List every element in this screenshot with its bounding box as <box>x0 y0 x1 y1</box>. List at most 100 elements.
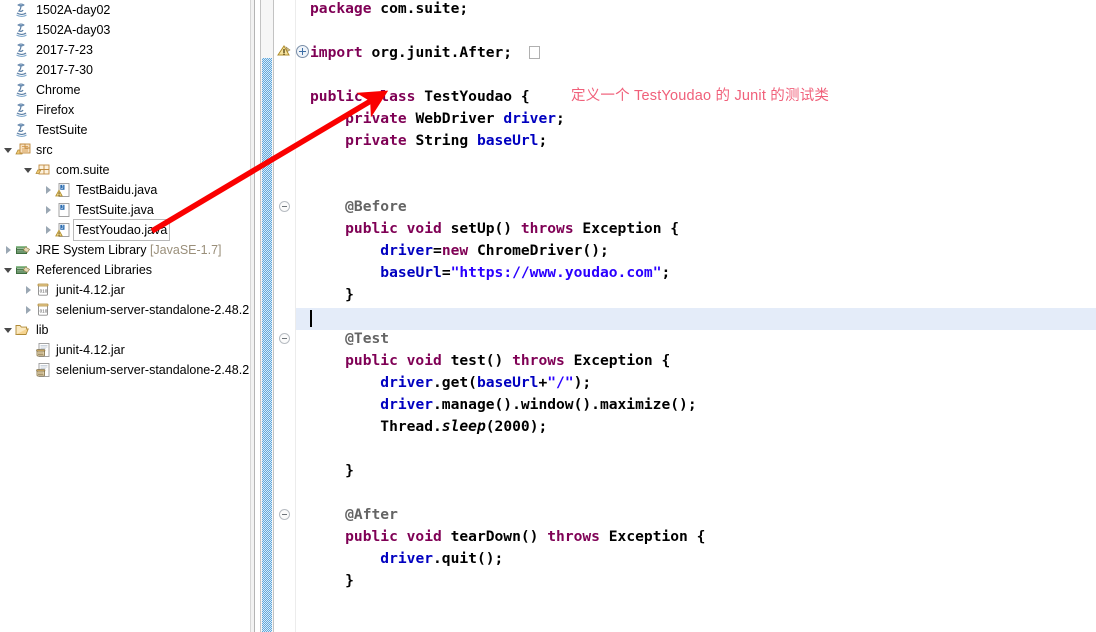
code-token: Exception { <box>608 528 706 545</box>
svg-text:010: 010 <box>40 288 48 293</box>
chevron-down-icon[interactable] <box>2 260 15 280</box>
tree-item-label-wrap: TestSuite.java <box>76 200 154 220</box>
code-token: + <box>538 374 548 391</box>
tree-item-firefox[interactable]: Firefox <box>0 100 249 120</box>
code-token: Exception { <box>582 220 680 237</box>
code-token: Thread. <box>310 418 442 435</box>
code-token: 2000 <box>494 418 530 435</box>
tree-item-testsuite-java[interactable]: J TestSuite.java <box>0 200 249 220</box>
code-token: setUp() <box>450 220 521 237</box>
tree-item-1502a-day03[interactable]: 1502A-day03 <box>0 20 249 40</box>
tree-item-label: TestYoudao.java <box>76 223 168 237</box>
chevron-right-icon[interactable] <box>42 220 55 240</box>
tree-item-label-wrap: 1502A-day02 <box>36 0 110 20</box>
tree-item-label-wrap: Firefox <box>36 100 74 120</box>
tree-item-referenced-libraries[interactable]: Referenced Libraries <box>0 260 249 280</box>
library-icon <box>15 262 33 278</box>
tree-item-label-wrap: TestBaidu.java <box>76 180 157 200</box>
chevron-down-icon[interactable] <box>2 320 15 340</box>
tree-item-label: com.suite <box>56 163 110 177</box>
package-explorer-tree[interactable]: 1502A-day02 1502A-day03 2017-7-23 2017-7-30… <box>0 0 249 632</box>
tree-item-testbaidu-java[interactable]: J TestBaidu.java <box>0 180 249 200</box>
tree-item-2017-7-30[interactable]: 2017-7-30 <box>0 60 249 80</box>
package-icon <box>35 162 53 178</box>
code-token: @Before <box>310 198 407 215</box>
tree-item-selenium-server-standalone-2-48-2-j[interactable]: selenium-server-standalone-2.48.2.j <box>0 360 249 380</box>
collapsed-imports-box[interactable] <box>529 46 540 59</box>
tree-item-2017-7-23[interactable]: 2017-7-23 <box>0 40 249 60</box>
editor-vertical-scrollbar[interactable] <box>260 0 274 632</box>
java-project-icon <box>15 82 33 98</box>
java-project-icon <box>15 62 33 78</box>
code-token: .get( <box>433 374 477 391</box>
chevron-right-icon[interactable] <box>22 300 35 320</box>
code-line: } <box>310 570 354 592</box>
tree-item-lib[interactable]: lib <box>0 320 249 340</box>
code-line: public void test() throws Exception { <box>310 350 670 372</box>
code-token: String <box>415 132 477 149</box>
jar-icon: 010 <box>35 282 53 298</box>
tree-item-testyoudao-java[interactable]: J TestYoudao.java <box>0 219 249 241</box>
code-token: } <box>310 286 354 303</box>
tree-item-label: junit-4.12.jar <box>56 343 125 357</box>
jar-file-icon <box>35 342 53 358</box>
chevron-down-icon[interactable] <box>22 160 35 180</box>
java-project-icon <box>15 42 33 58</box>
tree-item-1502a-day02[interactable]: 1502A-day02 <box>0 0 249 20</box>
tree-item-src[interactable]: src <box>0 140 249 160</box>
tree-item-label: junit-4.12.jar <box>56 283 125 297</box>
tree-item-junit-4-12-jar[interactable]: 010 junit-4.12.jar <box>0 280 249 300</box>
chevron-right-icon[interactable] <box>22 280 35 300</box>
code-token: private <box>310 110 416 127</box>
code-token: public void <box>310 352 451 369</box>
code-token: tearDown() <box>450 528 548 545</box>
code-token: throws <box>547 528 609 545</box>
tree-item-chrome[interactable]: Chrome <box>0 80 249 100</box>
source-folder-icon <box>15 142 33 158</box>
chevron-right-icon[interactable] <box>2 240 15 260</box>
chevron-down-icon[interactable] <box>2 140 15 160</box>
tree-item-label-wrap: 2017-7-30 <box>36 60 93 80</box>
code-line: driver.manage().window().maximize(); <box>310 394 696 416</box>
editor-sash-divider[interactable] <box>249 0 260 632</box>
code-token: package <box>310 0 381 17</box>
code-token: ; <box>538 132 548 149</box>
scrollbar-thumb[interactable] <box>262 58 272 632</box>
tree-item-testsuite[interactable]: TestSuite <box>0 120 249 140</box>
code-token: private <box>310 132 416 149</box>
tree-item-selenium-server-standalone-2-48-2-j[interactable]: 010 selenium-server-standalone-2.48.2.j <box>0 300 249 320</box>
code-token: test() <box>450 352 513 369</box>
code-token: driver <box>503 110 557 127</box>
tree-item-label: 2017-7-30 <box>36 63 93 77</box>
code-token: driver <box>380 550 434 567</box>
tree-item-label: 1502A-day03 <box>36 23 111 37</box>
tree-item-label: JRE System Library <box>36 243 147 257</box>
folder-icon <box>15 322 33 338</box>
code-token: new <box>441 242 477 259</box>
code-line: public void tearDown() throws Exception … <box>310 526 705 548</box>
tree-item-label-wrap: com.suite <box>56 160 110 180</box>
code-token: } <box>310 572 354 589</box>
tree-item-label: selenium-server-standalone-2.48.2.j <box>56 363 249 377</box>
code-token: throws <box>520 220 583 237</box>
code-line: @Test <box>310 328 389 350</box>
chevron-right-icon[interactable] <box>42 200 55 220</box>
code-token: "/" <box>547 374 574 391</box>
code-token: TestYoudao { <box>424 88 530 105</box>
tree-item-jre-system-library[interactable]: JRE System Library [JavaSE-1.7] <box>0 240 249 260</box>
code-token: com.suite; <box>380 0 469 17</box>
tree-item-label: TestSuite.java <box>76 203 154 217</box>
chevron-right-icon[interactable] <box>42 180 55 200</box>
code-line: driver.get(baseUrl+"/"); <box>310 372 591 394</box>
tree-item-suffix: [JavaSE-1.7] <box>149 243 222 257</box>
tree-item-com-suite[interactable]: com.suite <box>0 160 249 180</box>
tree-item-label: selenium-server-standalone-2.48.2.j <box>56 303 249 317</box>
tree-item-junit-4-12-jar[interactable]: junit-4.12.jar <box>0 340 249 360</box>
tree-item-label-wrap: selenium-server-standalone-2.48.2.j <box>56 360 249 380</box>
jar-icon: 010 <box>35 302 53 318</box>
